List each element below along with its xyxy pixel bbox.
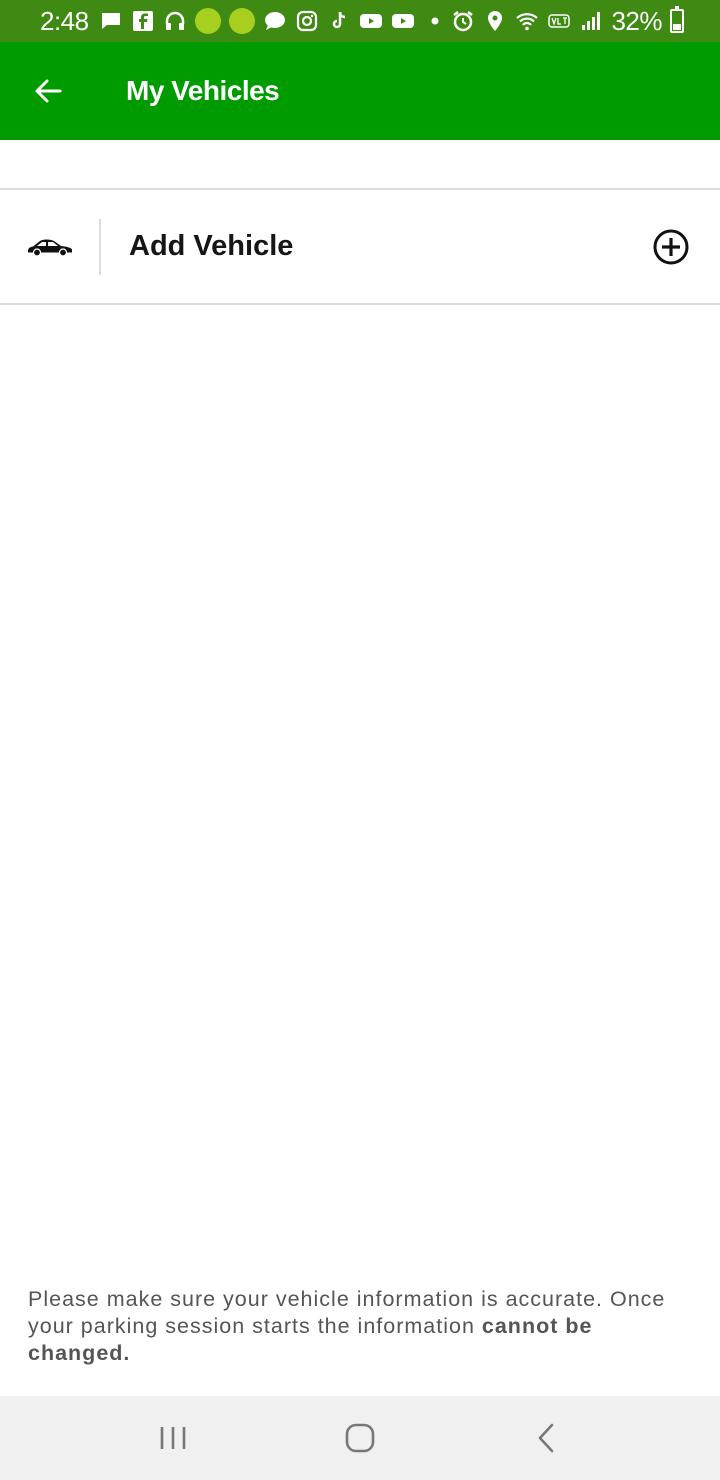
home-button[interactable] <box>328 1406 392 1470</box>
page-title: My Vehicles <box>126 75 280 106</box>
chevron-left-icon <box>538 1423 553 1453</box>
tiktok-icon <box>327 9 351 33</box>
headphones-icon <box>163 9 187 33</box>
instagram-icon <box>295 9 319 33</box>
system-icons: 32% <box>451 6 684 37</box>
volte-icon <box>547 9 571 33</box>
status-bar: 2:48 32% <box>0 0 720 42</box>
dot-icon <box>423 9 447 33</box>
notification-icons <box>99 8 452 34</box>
app-pill-icon <box>228 8 255 34</box>
youtube-icon <box>391 9 415 33</box>
app-bar: My Vehicles <box>0 42 720 140</box>
signal-icon <box>579 9 603 33</box>
back-button[interactable] <box>20 63 76 119</box>
status-time: 2:48 <box>40 5 89 36</box>
home-icon <box>345 1423 375 1453</box>
list-divider <box>0 303 720 305</box>
battery-percentage: 32% <box>611 5 662 36</box>
location-icon <box>483 9 507 33</box>
add-vehicle-row[interactable]: Add Vehicle <box>0 190 720 303</box>
arrow-left-icon <box>35 79 62 103</box>
battery-icon <box>670 6 684 33</box>
recent-apps-button[interactable] <box>141 1406 205 1470</box>
plus-circle-icon[interactable] <box>652 228 690 266</box>
system-back-button[interactable] <box>515 1406 579 1470</box>
vehicle-info-disclaimer: Please make sure your vehicle informatio… <box>28 1286 692 1367</box>
chat-bubble-icon <box>263 9 287 33</box>
wifi-icon <box>515 9 539 33</box>
recent-apps-icon <box>161 1427 186 1449</box>
car-icon <box>28 239 72 257</box>
system-nav-bar <box>0 1396 720 1480</box>
youtube-icon <box>359 9 383 33</box>
row-separator <box>99 218 101 275</box>
facebook-icon <box>131 9 155 33</box>
add-vehicle-label: Add Vehicle <box>129 230 294 262</box>
battery-level-fill <box>673 23 681 30</box>
message-icon <box>99 9 123 33</box>
app-pill-icon <box>194 8 221 34</box>
alarm-icon <box>451 9 475 33</box>
